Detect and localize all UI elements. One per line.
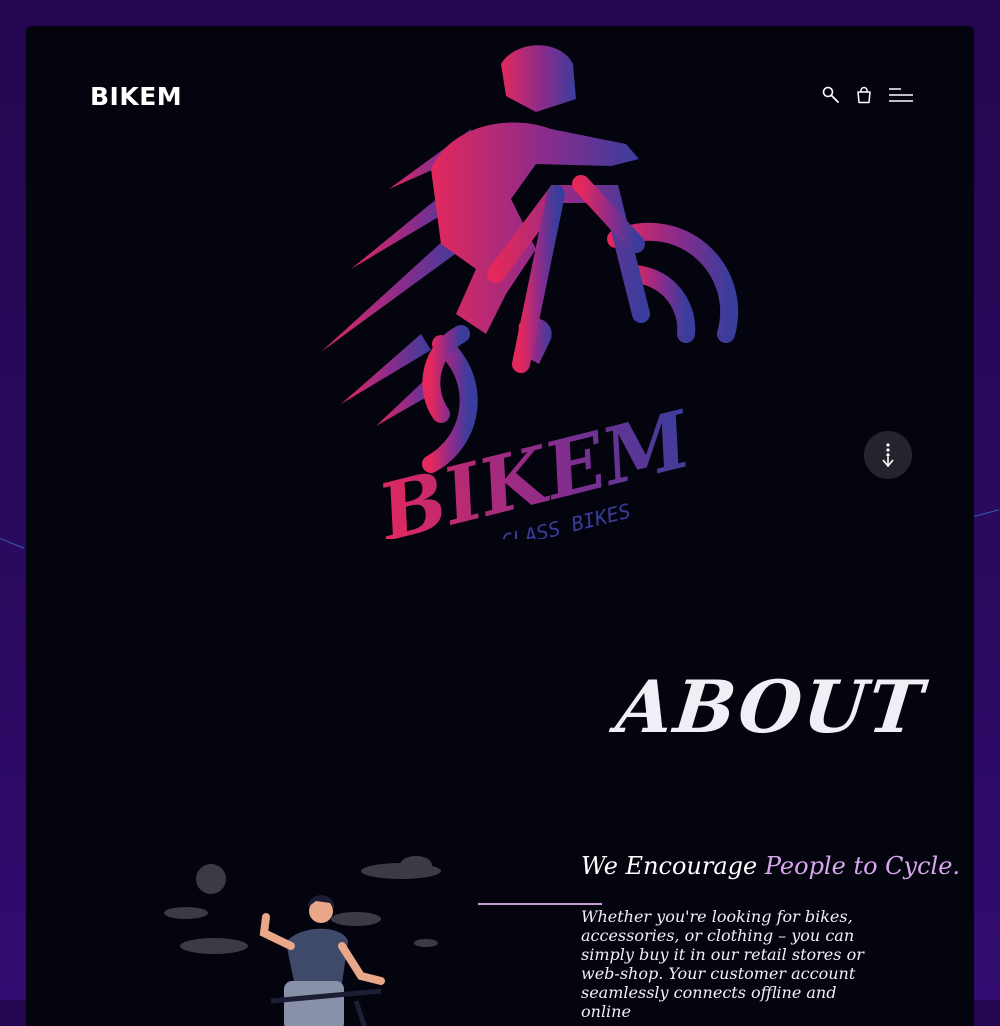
scroll-down-button[interactable] [864,431,912,479]
about-headline: We Encourage People to Cycle. [581,852,960,880]
scroll-down-icon [882,443,894,468]
brand-logo[interactable]: BIKEM [90,82,182,111]
decorative-line-right [973,509,1000,517]
hero-biker-logo: BIKEM TOP CLASS BIKES [321,45,739,539]
header-icons [822,86,914,104]
page-panel: BIKEM BIKEM TOP CLASS BIKES ABOUT We Enc… [26,26,974,1026]
about-body: Whether you're looking for bikes, access… [581,907,864,1021]
headline-accent: People to Cycle. [764,852,961,880]
shopping-bag-icon[interactable] [856,86,872,104]
menu-icon[interactable] [888,87,914,103]
decorative-line-left [0,538,25,549]
search-icon[interactable] [822,86,840,104]
about-heading: ABOUT [612,664,929,749]
logo-wordmark: BIKEM [369,394,702,539]
headline-text: We Encourage [581,852,765,880]
section-divider [478,903,602,905]
